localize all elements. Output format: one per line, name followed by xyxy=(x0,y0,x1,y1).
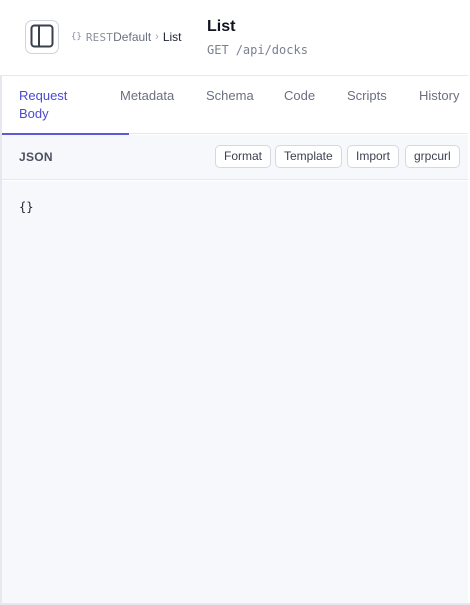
editor-content[interactable]: {} xyxy=(19,200,33,214)
json-editor[interactable]: {} xyxy=(2,181,468,603)
request-header: {} REST Default › List List GET/api/dock… xyxy=(0,0,468,76)
tab-scripts[interactable]: Scripts xyxy=(347,77,387,134)
request-tabs: Request Body Metadata Schema Code Script… xyxy=(2,77,468,135)
sidebar-toggle-button[interactable] xyxy=(25,20,59,54)
sidebar-panel-icon xyxy=(30,24,54,51)
page-title: List xyxy=(207,18,236,35)
breadcrumb-collection[interactable]: Default xyxy=(113,30,151,44)
chevron-right-icon: › xyxy=(155,31,159,43)
grpcurl-button[interactable]: grpcurl xyxy=(405,145,460,168)
body-toolbar: JSON Format Template Import grpcurl xyxy=(2,135,468,180)
import-button[interactable]: Import xyxy=(347,145,400,168)
braces-icon: {} xyxy=(71,32,82,42)
endpoint: GET/api/docks xyxy=(207,43,308,57)
breadcrumb-type: REST xyxy=(85,30,114,44)
tab-schema[interactable]: Schema xyxy=(206,77,254,134)
tab-history[interactable]: History xyxy=(419,77,459,134)
format-button[interactable]: Format xyxy=(215,145,272,168)
endpoint-path: /api/docks xyxy=(235,43,308,57)
tab-metadata[interactable]: Metadata xyxy=(120,77,174,134)
breadcrumb-current: List xyxy=(162,30,182,44)
tab-code[interactable]: Code xyxy=(284,77,315,134)
http-method: GET xyxy=(207,43,229,57)
template-button[interactable]: Template xyxy=(275,145,342,168)
body-format-label: JSON xyxy=(19,150,53,164)
breadcrumb: {} REST Default › List xyxy=(71,30,182,44)
tab-request-body[interactable]: Request Body xyxy=(2,77,129,135)
